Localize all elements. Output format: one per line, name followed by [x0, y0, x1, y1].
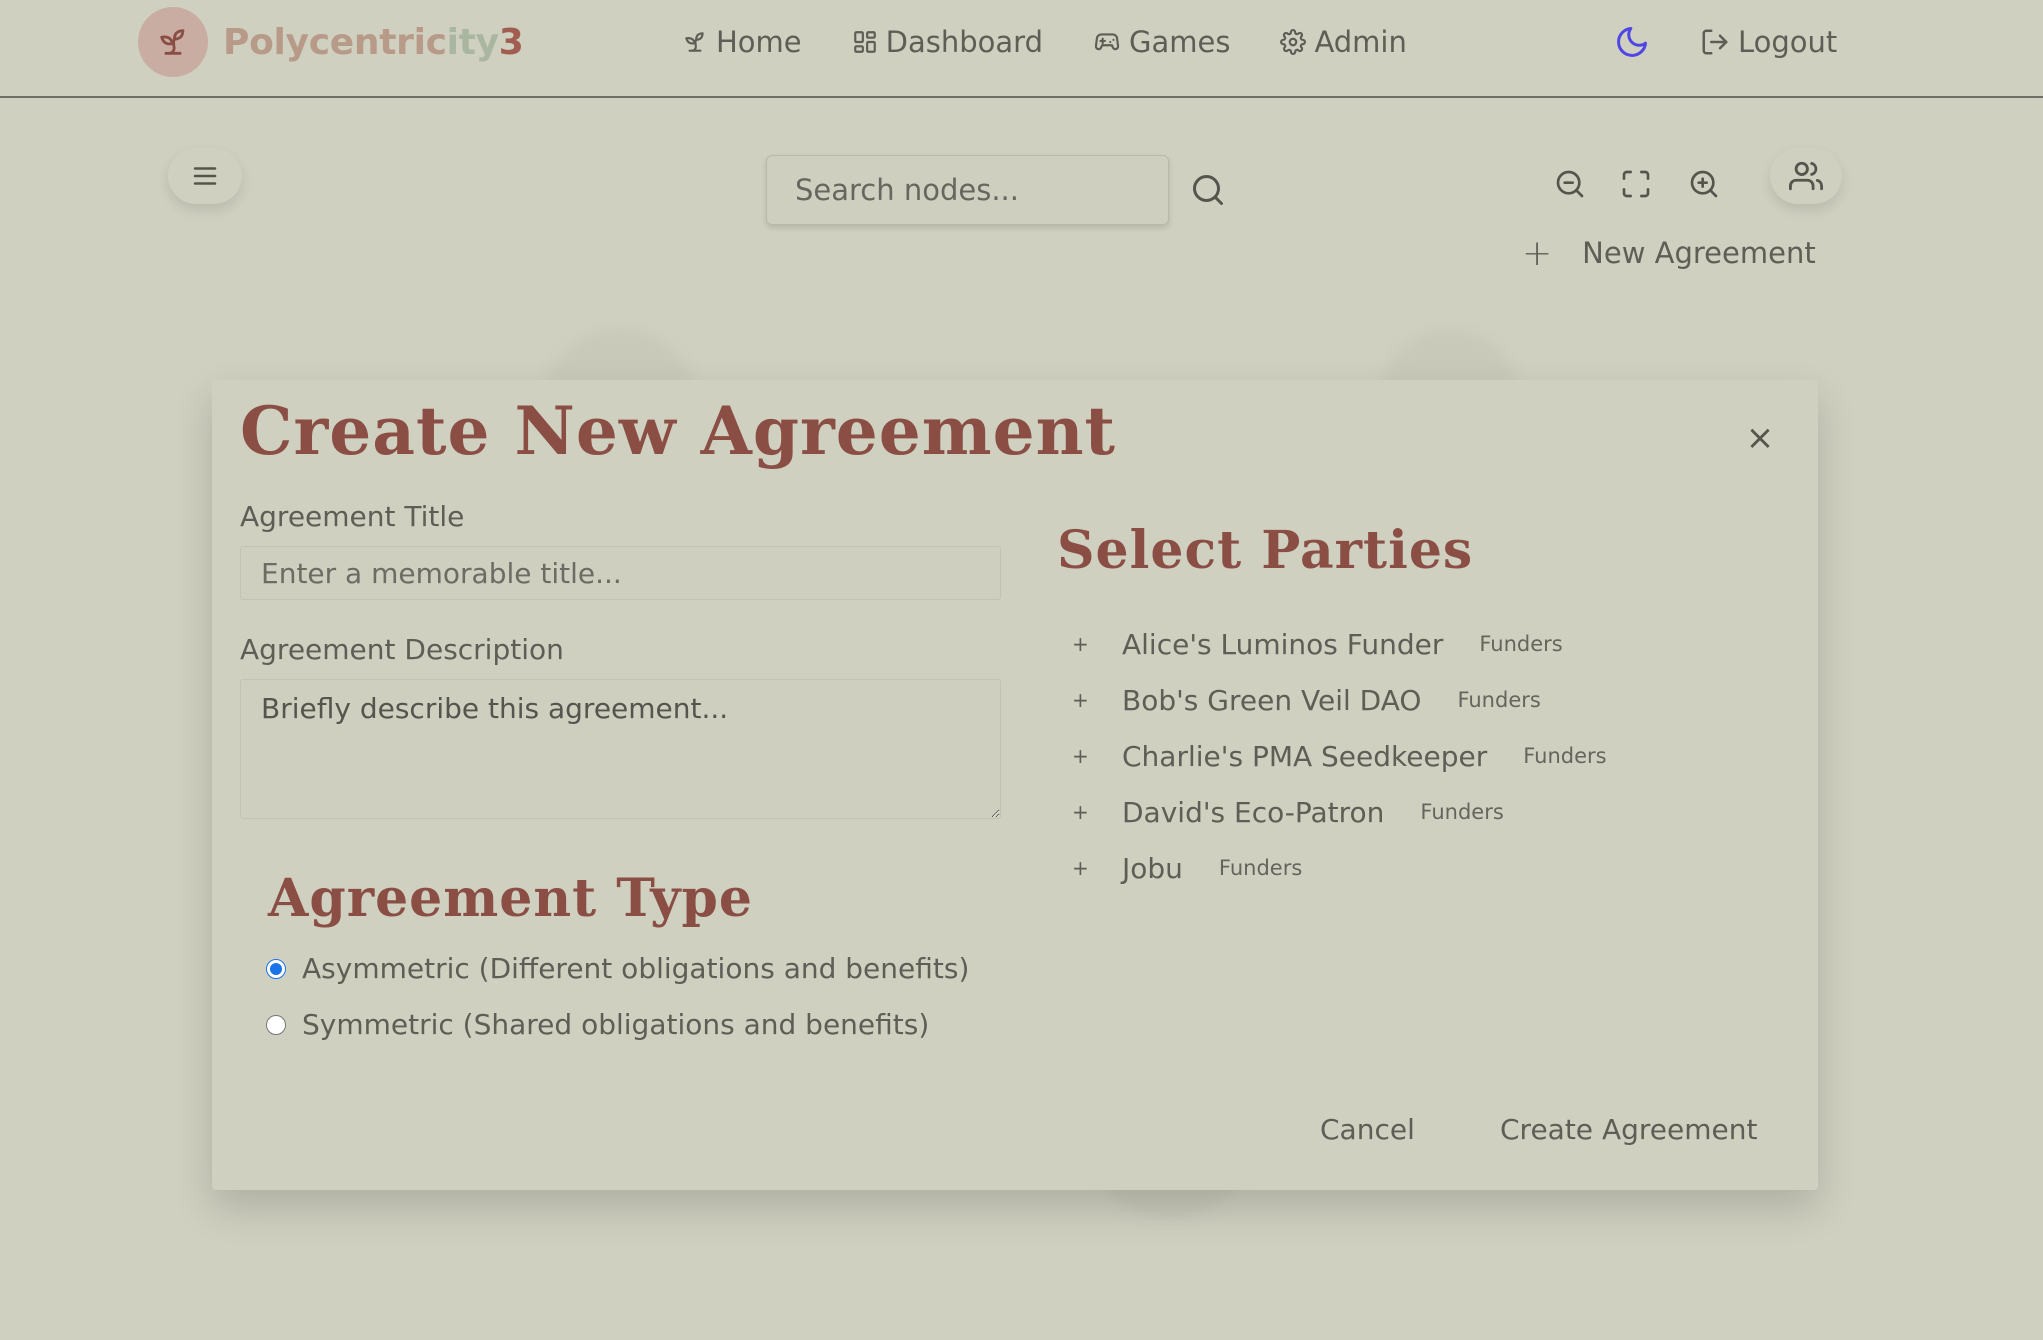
party-name: Bob's Green Veil DAO	[1122, 683, 1422, 717]
party-item[interactable]: + Charlie's PMA Seedkeeper Funders	[1072, 728, 1607, 784]
close-icon[interactable]: ×	[1742, 420, 1778, 456]
gear-icon	[1280, 29, 1307, 55]
new-agreement-label: New Agreement	[1582, 236, 1816, 270]
agreement-description-input[interactable]	[240, 679, 1001, 819]
select-parties-title: Select Parties	[1057, 520, 1474, 581]
party-group-tag: Funders	[1457, 688, 1541, 712]
main-nav: Home Dashboard Games Admin	[682, 20, 1457, 64]
sprout-logo-icon	[138, 7, 208, 77]
new-agreement-button[interactable]: + New Agreement	[1522, 230, 1816, 276]
plus-icon: +	[1522, 232, 1553, 274]
party-item[interactable]: + Alice's Luminos Funder Funders	[1072, 616, 1607, 672]
nav-games-label: Games	[1128, 25, 1231, 59]
nav-dashboard[interactable]: Dashboard	[852, 20, 1043, 64]
radio-asymmetric[interactable]: Asymmetric (Different obligations and be…	[266, 952, 969, 985]
search-button[interactable]	[1190, 172, 1226, 208]
party-name: Alice's Luminos Funder	[1122, 627, 1444, 661]
hamburger-menu-icon	[193, 167, 217, 185]
fit-view-button[interactable]	[1620, 168, 1652, 204]
nav-home[interactable]: Home	[682, 20, 802, 64]
nav-admin[interactable]: Admin	[1280, 20, 1407, 64]
add-icon[interactable]: +	[1072, 632, 1122, 656]
party-group-tag: Funders	[1218, 856, 1303, 880]
brand-name-part2: ity	[446, 21, 499, 63]
sprout-icon	[685, 32, 704, 52]
agreement-type-title: Agreement Type	[268, 868, 753, 929]
party-name: Jobu	[1122, 851, 1183, 885]
radio-asymmetric-label: Asymmetric (Different obligations and be…	[302, 952, 970, 985]
zoom-out-icon	[1556, 170, 1584, 198]
party-group-tag: Funders	[1420, 800, 1504, 824]
dashboard-icon	[853, 31, 876, 53]
add-icon[interactable]: +	[1072, 688, 1122, 712]
brand-name-part3: 3	[498, 21, 524, 63]
add-icon[interactable]: +	[1072, 744, 1122, 768]
nav-dashboard-label: Dashboard	[885, 25, 1043, 59]
agreement-title-label: Agreement Title	[240, 500, 465, 533]
agreement-description-label: Agreement Description	[240, 633, 564, 666]
logout-icon	[1702, 29, 1728, 55]
party-item[interactable]: + Jobu Funders	[1072, 840, 1607, 896]
party-name: Charlie's PMA Seedkeeper	[1122, 739, 1488, 773]
gamepad-icon	[1094, 33, 1120, 51]
party-group-tag: Funders	[1479, 632, 1563, 656]
party-item[interactable]: + Bob's Green Veil DAO Funders	[1072, 672, 1607, 728]
zoom-in-icon	[1690, 170, 1718, 198]
top-navbar: Polycentricity3 Home Dashboard Games Adm…	[0, 0, 2043, 98]
users-icon	[1789, 161, 1823, 191]
users-panel-button[interactable]	[1770, 148, 1842, 204]
menu-button[interactable]	[168, 148, 242, 204]
nav-home-label: Home	[716, 25, 802, 59]
moon-icon	[1617, 27, 1647, 57]
radio-symmetric-input[interactable]	[266, 1014, 286, 1035]
logout-button[interactable]: Logout	[1700, 20, 1837, 64]
agreement-title-input[interactable]	[240, 546, 1001, 600]
radio-asymmetric-input[interactable]	[266, 958, 286, 979]
logout-label: Logout	[1738, 25, 1838, 59]
search-nodes-input[interactable]	[766, 155, 1169, 225]
search-icon	[1193, 175, 1223, 205]
add-icon[interactable]: +	[1072, 856, 1122, 880]
zoom-in-button[interactable]	[1688, 168, 1720, 204]
party-group-tag: Funders	[1523, 744, 1607, 768]
modal-title: Create New Agreement	[240, 392, 1117, 470]
nav-admin-label: Admin	[1314, 25, 1407, 59]
create-agreement-button[interactable]: Create Agreement	[1500, 1106, 1757, 1152]
party-list: + Alice's Luminos Funder Funders + Bob's…	[1072, 616, 1607, 896]
radio-symmetric-label: Symmetric (Shared obligations and benefi…	[302, 1008, 930, 1041]
maximize-icon	[1622, 170, 1650, 198]
nav-games[interactable]: Games	[1093, 20, 1230, 64]
party-name: David's Eco-Patron	[1122, 795, 1385, 829]
brand-name-part1: Polycentric	[223, 21, 447, 63]
zoom-out-button[interactable]	[1554, 168, 1586, 204]
theme-toggle-button[interactable]	[1614, 24, 1650, 60]
cancel-button[interactable]: Cancel	[1320, 1106, 1415, 1152]
add-icon[interactable]: +	[1072, 800, 1122, 824]
create-agreement-modal: Create New Agreement × Agreement Title A…	[212, 380, 1818, 1190]
radio-symmetric[interactable]: Symmetric (Shared obligations and benefi…	[266, 1008, 929, 1041]
brand-name: Polycentricity3	[223, 22, 524, 63]
party-item[interactable]: + David's Eco-Patron Funders	[1072, 784, 1607, 840]
brand[interactable]: Polycentricity3	[138, 7, 524, 77]
